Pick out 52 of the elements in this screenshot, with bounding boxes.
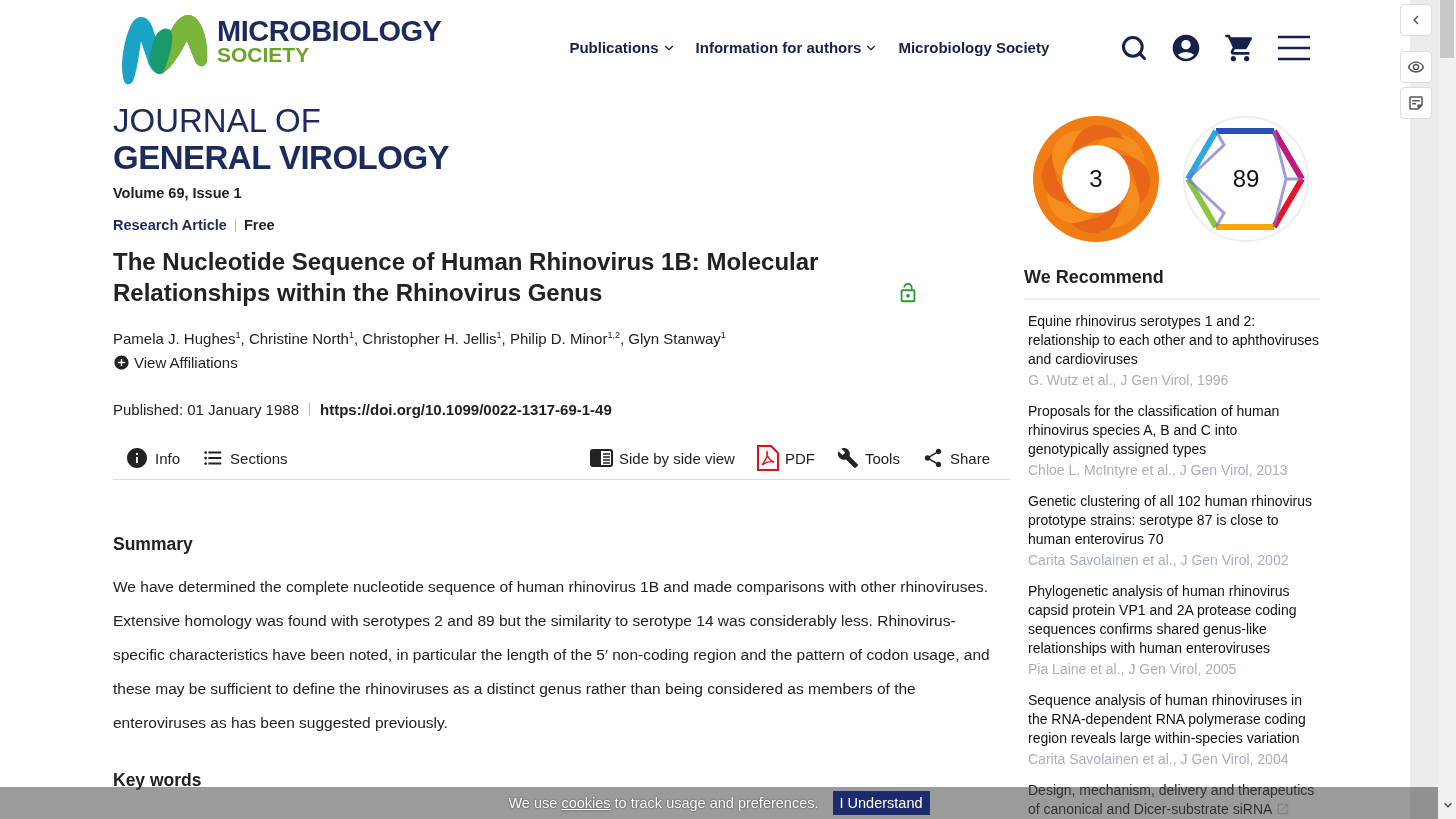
article-title: The Nucleotide Sequence of Human Rhinovirus 1B: Molecular Relationships within the Rhinovirus Genus [113, 247, 820, 308]
recommend-heading: We Recommend [1024, 267, 1320, 300]
recommendation-link[interactable]: Sequence analysis of human rhinoviruses in the RNA-dependent RNA polymerase coding region reveals large within-species variation [1028, 691, 1320, 748]
author-list: Pamela J. Hughes$^{1}$, Christine North$^{1}$, Christopher H. Jellis$^{1}$, Philip D. Minor$^{1,2}$, Glyn Stanway$^{1}$ [113, 330, 1010, 347]
recommendation-meta: G. Wutz et al., J Gen Virol, 1996 [1028, 371, 1230, 390]
toolbar-link[interactable]: Info [125, 446, 181, 470]
score-number: 89 [1232, 165, 1260, 193]
accept-button[interactable]: I Understand [832, 791, 930, 815]
toolbar-link[interactable]: Side by side view [590, 449, 735, 467]
section-heading: Key words [113, 770, 202, 791]
nav-link[interactable]: Publications [569, 39, 676, 56]
split-view-icon [590, 449, 614, 467]
recommendation-link[interactable]: Design, mechanism, delivery and therapeutics of canonical and Dicer-substrate siRNA [1028, 781, 1320, 819]
plus-icon [113, 354, 130, 371]
eye-icon [1407, 58, 1425, 76]
view-tab[interactable] [1400, 51, 1432, 83]
published-date: Published: 01 January 1988 [113, 401, 299, 418]
issue-label: Volume 69, Issue 1 [113, 185, 243, 201]
note-tab[interactable] [1400, 87, 1432, 119]
access-label: Free [243, 217, 275, 233]
logo-wordmark: MICROBIOLOGY [217, 17, 442, 46]
toolbar-link[interactable]: Tools [836, 447, 900, 469]
recommendation-link[interactable]: Genetic clustering of all 102 human rhinovirus prototype strains: serotype 87 is close to human enterovirus 70 [1028, 492, 1320, 549]
scrollbar-thumb[interactable] [1440, 0, 1454, 58]
cookie-notice: We use cookies to track usage and preferences. [508, 795, 819, 811]
recommendation-link[interactable]: Phylogenetic analysis of human rhinovirus capsid protein VP1 and 2A protease coding sequences confirms shared genus-like relationships with human enteroviruses [1028, 582, 1320, 658]
recommendation-link[interactable]: Proposals for the classification of human rhinovirus species A, B and C into genotypically assigned types [1028, 402, 1320, 459]
wrench-icon [836, 447, 859, 469]
nav-link[interactable]: Information for authors [695, 39, 879, 56]
article-type-link[interactable]: Research Article [113, 217, 227, 233]
score-number: 3 [1089, 165, 1103, 193]
section-heading: Summary [113, 534, 193, 555]
recommendation-link[interactable]: Equine rhinovirus serotypes 1 and 2: relationship to each other and to aphthoviruses and cardioviruses [1028, 312, 1320, 369]
recommendation-meta: Carita Savolainen et al., J Gen Virol, 2002 [1028, 551, 1290, 570]
toolbar-link[interactable]: PDF [756, 445, 815, 471]
nav-link[interactable]: Microbiology Society [898, 39, 1050, 56]
menu-icon[interactable] [1278, 34, 1310, 61]
journal-title: GENERAL VIROLOGY [113, 139, 451, 177]
toolbar-link[interactable]: Sections [202, 447, 288, 469]
view-affiliations-link[interactable]: View Affiliations [113, 354, 238, 371]
doi-link[interactable]: https://doi.org/10.1099/0022-1317-69-1-49 [320, 401, 612, 418]
journal-title: JOURNAL OF [113, 103, 322, 139]
logo-subtitle: SOCIETY [217, 45, 311, 66]
recommendation-meta: Pia Laine et al., J Gen Virol, 2005 [1028, 660, 1238, 679]
search-icon[interactable] [1120, 33, 1148, 62]
note-icon [1407, 94, 1425, 112]
recommendation-meta: Carita Savolainen et al., J Gen Virol, 2004 [1028, 750, 1290, 769]
summary-text: We have determined the complete nucleotide sequence of human rhinovirus 1B and made comparisons with other rhinoviruses. Extensive homology was found with serotypes 2 and 89 but the similarity to serotype 14 was considerably less. Rhinovirus-specific characteristics have been noted, in particular the length of the 5′ non-coding region and the pattern of codon usage, and these may be sufficient to define the rhinoviruses as a distinct genus rather than being considered as members of the enteroviruses as has been suggested previously. [113, 577, 991, 733]
pdf-icon [756, 445, 779, 471]
toolbar-link[interactable]: Share [921, 447, 990, 469]
info-icon [125, 446, 149, 470]
recommendation-meta: Chloe L. McIntyre et al., J Gen Virol, 2013 [1028, 461, 1289, 480]
